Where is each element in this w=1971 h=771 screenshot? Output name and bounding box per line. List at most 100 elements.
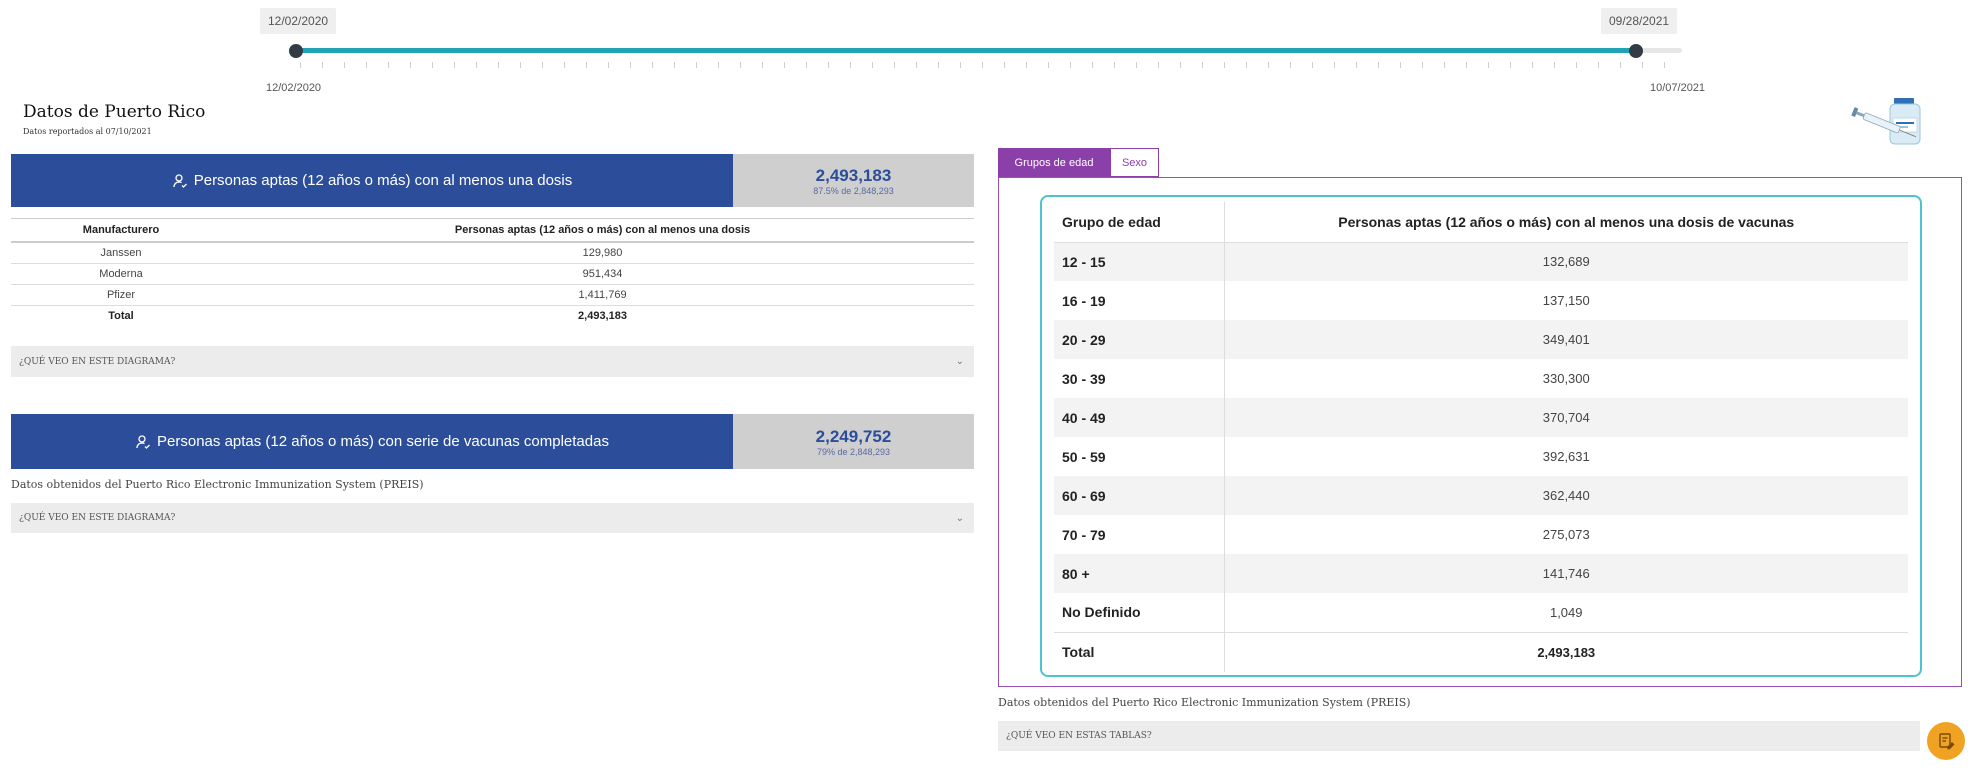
slider-tick xyxy=(938,62,939,68)
banner-one-dose-stat: 2,493,183 87.5% de 2,848,293 xyxy=(733,154,974,207)
age-group-label: 50 - 59 xyxy=(1054,437,1225,476)
slider-tick xyxy=(1158,62,1159,68)
slider-tick xyxy=(1554,62,1555,68)
slider-tick xyxy=(696,62,697,68)
age-group-value: 392,631 xyxy=(1542,449,1590,464)
table-row: 70 - 79 275,073 xyxy=(1054,515,1908,554)
age-group-value: 349,401 xyxy=(1224,320,1908,359)
manufacturer-table: Manufacturero Personas aptas (12 años o … xyxy=(11,218,974,326)
slider-tick xyxy=(1664,62,1665,68)
age-group-label: No Definido xyxy=(1054,593,1225,632)
manufacturer-value: 951,434 xyxy=(231,263,974,285)
slider-tick xyxy=(1312,62,1313,68)
accordion-label: ¿QUÉ VEO EN ESTE DIAGRAMA? xyxy=(19,513,176,523)
slider-tick xyxy=(1488,62,1489,68)
table-row: 80 + 141,746 xyxy=(1054,554,1908,593)
age-group-label: 20 - 29 xyxy=(1054,320,1225,359)
slider-tick xyxy=(1048,62,1049,68)
slider-tick xyxy=(1422,62,1423,68)
banner-completed-value: 2,249,752 xyxy=(815,426,892,446)
banner-one-dose-label: Personas aptas (12 años o más) con al me… xyxy=(193,172,573,189)
slider-tick xyxy=(872,62,873,68)
slider-tick xyxy=(740,62,741,68)
chevron-down-icon: ⌄ xyxy=(955,512,964,524)
slider-tick xyxy=(1620,62,1621,68)
banner-completed-percent: 79% de 2,848,293 xyxy=(816,446,891,457)
vaccine-syringe-image xyxy=(1851,98,1921,145)
table-total-row: Total 2,493,183 xyxy=(11,306,974,327)
manufacturer-table-header: Manufacturero Personas aptas (12 años o … xyxy=(11,218,974,243)
person-check-icon xyxy=(173,173,187,188)
slider-tick xyxy=(1334,62,1335,68)
slider-selected-range[interactable] xyxy=(296,48,1636,53)
accordion-tables-help[interactable]: ¿QUÉ VEO EN ESTAS TABLAS? xyxy=(998,721,1920,751)
slider-tick xyxy=(410,62,411,68)
slider-tick xyxy=(564,62,565,68)
table-row: 50 - 59 392,631 xyxy=(1054,437,1908,476)
slider-tick xyxy=(1444,62,1445,68)
banner-one-dose: Personas aptas (12 años o más) con al me… xyxy=(11,154,974,207)
slider-tick xyxy=(1136,62,1137,68)
table-row: Janssen 129,980 xyxy=(11,242,974,264)
total-label: Total xyxy=(1054,631,1225,672)
slider-tick xyxy=(1400,62,1401,68)
banner-one-dose-value: 2,493,183 xyxy=(815,165,892,185)
slider-tick xyxy=(1026,62,1027,68)
table-row: Moderna 951,434 xyxy=(11,263,974,285)
column-header-age-group: Grupo de edad xyxy=(1054,202,1225,243)
table-row: 20 - 29 349,401 xyxy=(1054,320,1908,359)
accordion-label: ¿QUÉ VEO EN ESTAS TABLAS? xyxy=(1006,731,1152,741)
slider-tick xyxy=(1290,62,1291,68)
accordion-diagram-help-2[interactable]: ¿QUÉ VEO EN ESTE DIAGRAMA? ⌄ xyxy=(11,503,974,533)
slider-start-handle[interactable] xyxy=(289,44,303,58)
age-group-label: 60 - 69 xyxy=(1054,476,1225,515)
slider-tick xyxy=(520,62,521,68)
slider-tick xyxy=(1466,62,1467,68)
banner-one-dose-percent: 87.5% de 2,848,293 xyxy=(813,185,894,196)
source-note-left: Datos obtenidos del Puerto Rico Electron… xyxy=(11,478,424,491)
banner-completed-label-box: Personas aptas (12 años o más) con serie… xyxy=(11,414,733,469)
manufacturer-name: Moderna xyxy=(11,263,231,285)
page-subtitle: Datos reportados al 07/10/2021 xyxy=(23,127,152,136)
age-group-label: 40 - 49 xyxy=(1054,398,1225,437)
slider-end-handle[interactable] xyxy=(1629,44,1643,58)
feedback-fab-button[interactable] xyxy=(1927,722,1965,760)
table-row: 12 - 15 132,689 xyxy=(1054,242,1908,281)
slider-tick xyxy=(1202,62,1203,68)
slider-tick xyxy=(916,62,917,68)
tab-age-groups[interactable]: Grupos de edad xyxy=(998,148,1110,177)
slider-tick xyxy=(960,62,961,68)
tab-sex[interactable]: Sexo xyxy=(1110,148,1159,177)
slider-tick xyxy=(366,62,367,68)
slider-tick xyxy=(586,62,587,68)
slider-tick xyxy=(1268,62,1269,68)
table-row: 30 - 39 330,300 xyxy=(1054,359,1908,398)
page-title: Datos de Puerto Rico xyxy=(23,102,206,122)
total-value: 2,493,183 xyxy=(578,310,627,322)
age-group-label: 70 - 79 xyxy=(1054,515,1225,554)
banner-completed-series: Personas aptas (12 años o más) con serie… xyxy=(11,414,974,469)
slider-tick xyxy=(1642,62,1643,68)
accordion-diagram-help-1[interactable]: ¿QUÉ VEO EN ESTE DIAGRAMA? ⌄ xyxy=(11,346,974,377)
slider-tick xyxy=(1070,62,1071,68)
table-row: 60 - 69 362,440 xyxy=(1054,476,1908,515)
slider-tick xyxy=(1114,62,1115,68)
table-row: 40 - 49 370,704 xyxy=(1054,398,1908,437)
slider-tick xyxy=(1356,62,1357,68)
total-value: 2,493,183 xyxy=(1224,631,1908,672)
slider-tick xyxy=(806,62,807,68)
age-group-card: Grupo de edad Personas aptas (12 años o … xyxy=(1040,195,1922,677)
slider-tick xyxy=(1092,62,1093,68)
age-group-value: 141,746 xyxy=(1224,554,1908,593)
slider-tick xyxy=(608,62,609,68)
chevron-down-icon: ⌄ xyxy=(955,356,964,367)
slider-tick xyxy=(784,62,785,68)
age-group-value: 362,440 xyxy=(1224,476,1908,515)
slider-tick xyxy=(674,62,675,68)
manufacturer-value: 129,980 xyxy=(231,242,974,264)
table-row: 16 - 19 137,150 xyxy=(1054,281,1908,320)
slider-tick xyxy=(542,62,543,68)
manufacturer-name: Janssen xyxy=(11,242,231,264)
accordion-label: ¿QUÉ VEO EN ESTE DIAGRAMA? xyxy=(19,356,176,367)
slider-tick xyxy=(630,62,631,68)
